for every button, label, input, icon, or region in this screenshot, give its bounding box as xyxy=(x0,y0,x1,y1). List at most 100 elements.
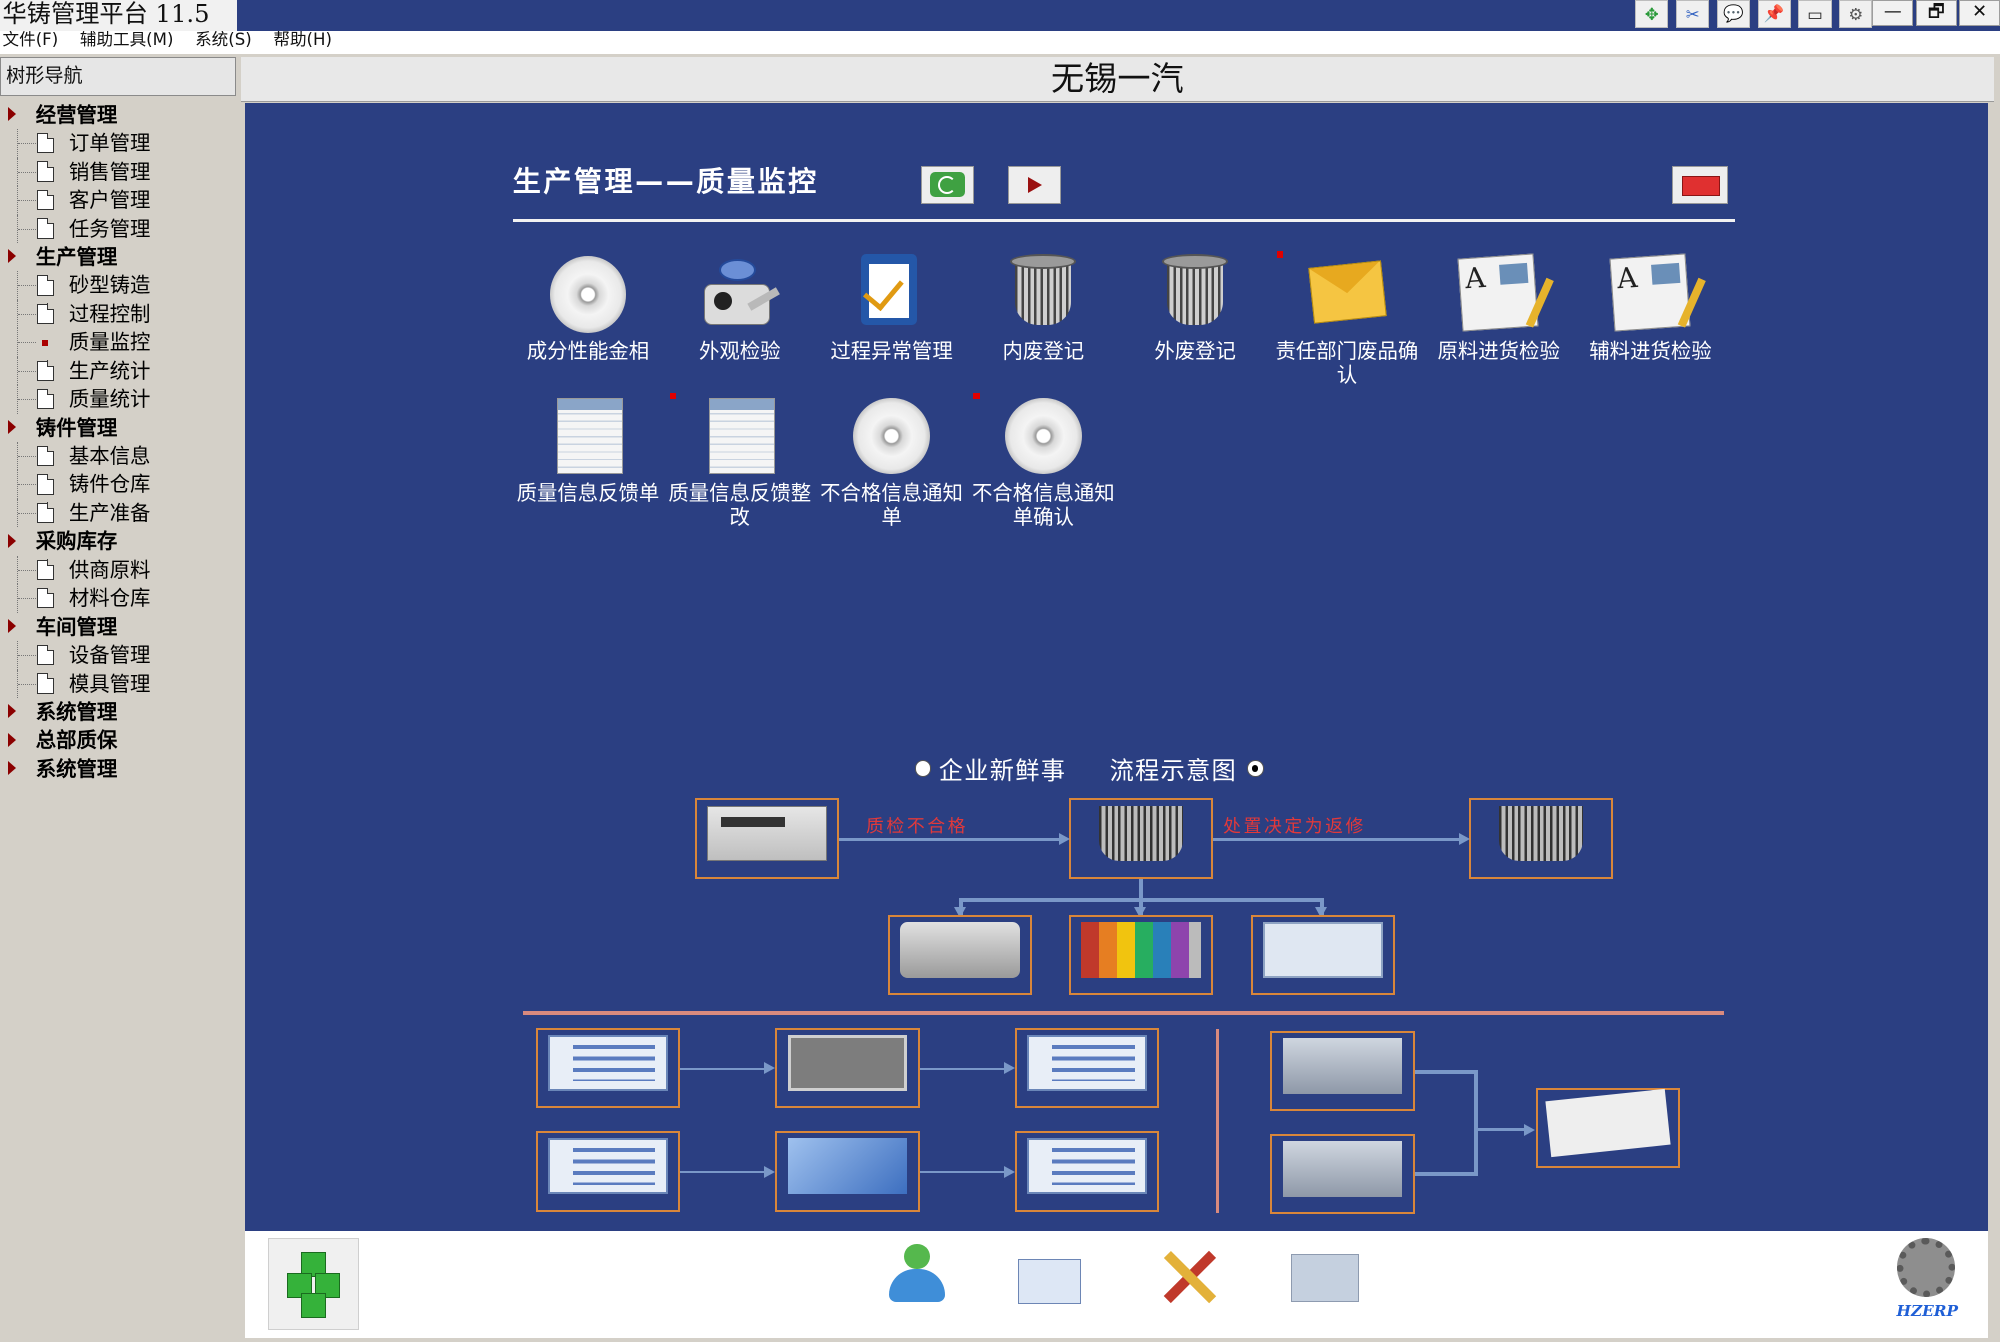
expand-arrow-icon[interactable] xyxy=(7,761,17,776)
flow-windows-box[interactable] xyxy=(775,1131,920,1212)
app-launcher[interactable]: 过程异常管理 xyxy=(816,253,967,364)
pin-icon[interactable]: 📌 xyxy=(1757,0,1791,29)
menu-file[interactable]: 文件(F) xyxy=(0,31,75,51)
tree-item[interactable]: 质量统计 xyxy=(0,385,236,414)
app-launcher[interactable]: A 辅料进货检验 xyxy=(1575,253,1726,364)
modules-cubes-icon[interactable] xyxy=(267,1238,360,1330)
menu-tools[interactable]: 辅助工具(M) xyxy=(75,31,190,51)
app-launcher[interactable]: 质量信息反馈整改 xyxy=(665,392,816,529)
tree-group[interactable]: 铸件管理 xyxy=(0,414,236,442)
tree-item-label: 质量统计 xyxy=(68,387,151,412)
expand-arrow-icon[interactable] xyxy=(7,704,17,719)
tree-group[interactable]: 系统管理 xyxy=(0,755,236,783)
tab-news-radio[interactable] xyxy=(914,760,932,778)
flow-report-paper-box[interactable] xyxy=(1535,1087,1680,1169)
close-panel-button[interactable] xyxy=(1672,165,1729,205)
flow-connector xyxy=(1414,1172,1476,1176)
app-launcher-label: 不合格信息通知单确认 xyxy=(971,480,1115,530)
play-button[interactable] xyxy=(1007,165,1062,205)
expand-arrow-icon[interactable] xyxy=(7,249,17,264)
flow-report-box[interactable] xyxy=(1251,914,1396,995)
flow-mold-box[interactable] xyxy=(775,1028,920,1109)
tree-item[interactable]: 生产准备 xyxy=(0,498,236,528)
app-launcher[interactable]: 内废登记 xyxy=(968,253,1119,364)
flow-list-box-3[interactable] xyxy=(535,1131,680,1212)
tree-item[interactable]: 质量监控 xyxy=(0,328,236,357)
app-launcher[interactable]: 成分性能金相 xyxy=(513,254,664,364)
tree-group-label: 系统管理 xyxy=(35,756,118,781)
tree-group[interactable]: 总部质保 xyxy=(0,726,236,754)
app-launcher[interactable]: A 原料进货检验 xyxy=(1423,253,1574,364)
mail-icon[interactable] xyxy=(1010,1241,1087,1312)
app-launcher[interactable]: 责任部门废品确认 xyxy=(1272,251,1423,388)
tree-item-label: 订单管理 xyxy=(68,131,151,156)
app-launcher-label: 责任部门废品确认 xyxy=(1275,339,1419,388)
tree-item[interactable]: 销售管理 xyxy=(0,157,236,187)
close-button[interactable]: ✕ xyxy=(1959,0,2000,26)
tree-item[interactable]: 订单管理 xyxy=(0,129,236,158)
tree-item[interactable]: 客户管理 xyxy=(0,186,236,215)
expand-arrow-icon[interactable] xyxy=(7,533,17,548)
app-launcher[interactable]: 不合格信息通知单 xyxy=(816,395,967,529)
app-launcher-label: 辅料进货检验 xyxy=(1589,339,1712,364)
tree-group[interactable]: 经营管理 xyxy=(0,101,236,129)
tree-item[interactable]: 基本信息 xyxy=(0,442,236,471)
new-indicator-dot xyxy=(973,392,980,400)
flow-list-box-2[interactable] xyxy=(1015,1028,1160,1109)
scissors-icon[interactable]: ✂ xyxy=(1676,0,1710,29)
chat-icon[interactable]: 💬 xyxy=(1716,0,1751,29)
computer-icon xyxy=(899,921,1020,978)
tree-item[interactable]: 材料仓库 xyxy=(0,584,236,613)
expand-arrow-icon[interactable] xyxy=(7,732,17,747)
flow-statistics-box[interactable] xyxy=(1068,914,1213,995)
document-icon xyxy=(36,161,54,182)
flow-machine-box-2[interactable] xyxy=(1270,1133,1415,1215)
tree-item[interactable]: 过程控制 xyxy=(0,299,236,329)
flow-arrow-head xyxy=(1058,832,1070,845)
app-launcher[interactable]: 外观检验 xyxy=(665,254,816,364)
flow-list-box-4[interactable] xyxy=(1015,1131,1160,1212)
tree-item[interactable]: 任务管理 xyxy=(0,214,236,243)
tab-flowchart-radio[interactable] xyxy=(1247,760,1264,778)
tree-group[interactable]: 车间管理 xyxy=(0,613,236,641)
tree-group[interactable]: 生产管理 xyxy=(0,243,236,271)
tree-item[interactable]: 铸件仓库 xyxy=(0,470,236,499)
menu-help[interactable]: 帮助(H) xyxy=(268,31,348,51)
app-launcher[interactable]: 质量信息反馈单 xyxy=(513,395,664,505)
tree-group[interactable]: 系统管理 xyxy=(0,698,236,726)
move-icon[interactable]: ✥ xyxy=(1635,0,1669,29)
machine-icon xyxy=(1282,1140,1403,1197)
tree-item[interactable]: 生产统计 xyxy=(0,356,236,386)
tree-item[interactable]: 供商原料 xyxy=(0,555,236,585)
menu-system[interactable]: 系统(S) xyxy=(190,31,268,51)
flow-list-box-1[interactable] xyxy=(535,1028,680,1109)
tree-group-label: 总部质保 xyxy=(35,728,118,753)
flow-scrap-box[interactable] xyxy=(1068,798,1213,879)
flow-repair-box[interactable] xyxy=(1469,798,1614,879)
flow-analysis-box[interactable] xyxy=(887,914,1032,995)
tree-item[interactable]: 设备管理 xyxy=(0,641,236,670)
app-launcher[interactable]: 不合格信息通知单确认 xyxy=(968,392,1119,530)
expand-arrow-icon[interactable] xyxy=(7,419,17,434)
expand-arrow-icon[interactable] xyxy=(7,107,17,122)
restore-button[interactable]: 🗗 xyxy=(1915,0,1957,26)
tools-icon[interactable] xyxy=(1148,1241,1225,1312)
title-toolbar: ✥ ✂ 💬 📌 ▭ ⚙ xyxy=(1635,0,1873,29)
expand-arrow-icon[interactable] xyxy=(7,619,17,633)
minimize-button[interactable]: — xyxy=(1872,0,1914,26)
flow-machine-box-1[interactable] xyxy=(1270,1030,1415,1111)
tree-item[interactable]: 模具管理 xyxy=(0,669,236,698)
gear-icon[interactable]: HZERP xyxy=(1889,1238,1966,1327)
tab-news[interactable]: 企业新鲜事 xyxy=(939,751,1066,786)
app-launcher[interactable]: 外废登记 xyxy=(1120,253,1271,364)
users-icon[interactable] xyxy=(876,1241,953,1312)
network-icon[interactable] xyxy=(1286,1241,1363,1312)
settings-icon[interactable]: ⚙ xyxy=(1839,0,1873,29)
tree-group[interactable]: 采购库存 xyxy=(0,527,236,555)
tree-item[interactable]: 砂型铸造 xyxy=(0,271,236,300)
flow-inspection-box[interactable] xyxy=(695,798,840,879)
tab-flowchart[interactable]: 流程示意图 xyxy=(1110,751,1237,786)
refresh-button[interactable] xyxy=(920,165,975,205)
app-launcher-label: 不合格信息通知单 xyxy=(820,480,963,530)
window-icon[interactable]: ▭ xyxy=(1798,0,1832,29)
